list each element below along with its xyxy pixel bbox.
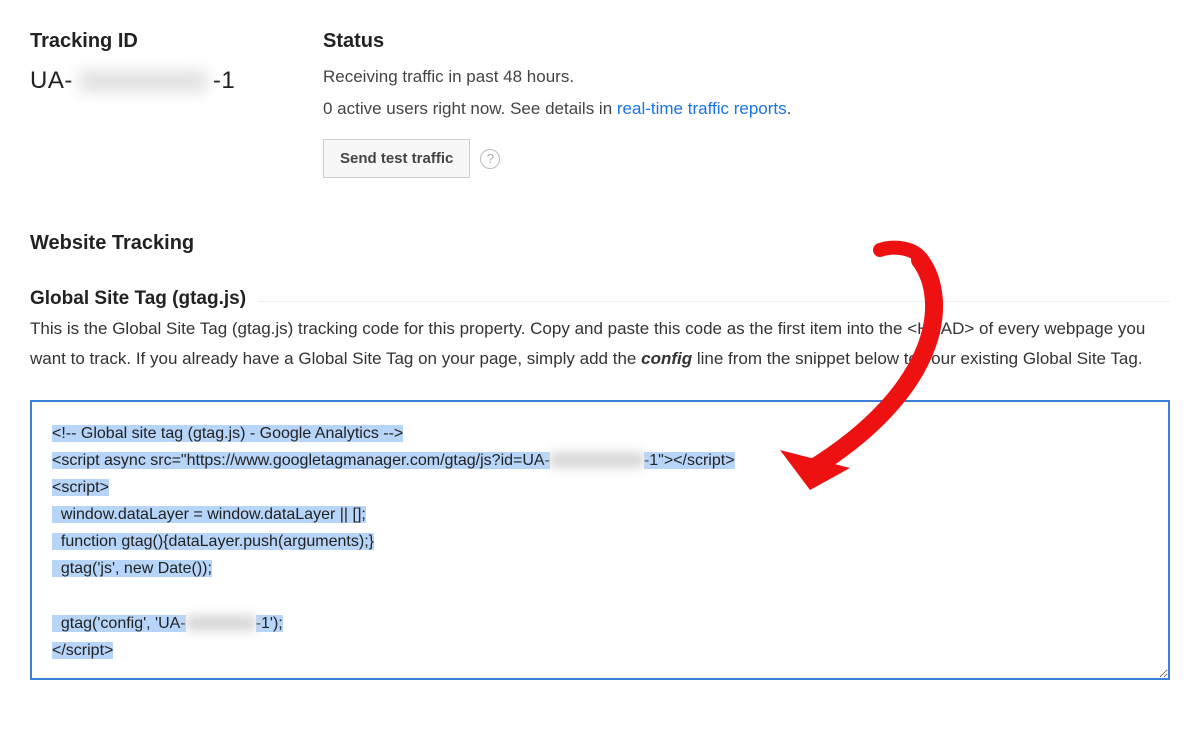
code-redacted-1 (550, 452, 644, 468)
status-column: Status Receiving traffic in past 48 hour… (323, 30, 1170, 178)
config-word: config (641, 349, 692, 368)
gtag-heading-row: Global Site Tag (gtag.js) (30, 279, 1170, 302)
gtag-heading: Global Site Tag (gtag.js) (30, 288, 258, 310)
tracking-code-textarea[interactable]: <!-- Global site tag (gtag.js) - Google … (30, 400, 1170, 681)
code-line-3: <script> (52, 479, 109, 496)
desc-part2: line from the snippet below to your exis… (692, 349, 1142, 368)
realtime-reports-link[interactable]: real-time traffic reports (617, 99, 787, 118)
status-users-prefix: 0 active users right now. See details in (323, 99, 617, 118)
code-line-2b: -1"></script> (644, 452, 735, 469)
code-line-8: </script> (52, 642, 113, 659)
tracking-id-value: UA- -1 (30, 67, 323, 95)
code-redacted-2 (186, 615, 256, 631)
tracking-id-suffix: -1 (213, 67, 235, 95)
tracking-id-prefix: UA- (30, 67, 73, 95)
code-line-7a: gtag('config', 'UA- (52, 615, 186, 632)
code-line-5: function gtag(){dataLayer.push(arguments… (52, 533, 374, 550)
code-line-6: gtag('js', new Date()); (52, 560, 212, 577)
tracking-id-heading: Tracking ID (30, 30, 323, 53)
tracking-id-column: Tracking ID UA- -1 (30, 30, 323, 178)
code-line-4: window.dataLayer = window.dataLayer || [… (52, 506, 366, 523)
top-section: Tracking ID UA- -1 Status Receiving traf… (30, 30, 1170, 178)
code-line-7b: -1'); (256, 615, 283, 632)
code-line-1: <!-- Global site tag (gtag.js) - Google … (52, 425, 403, 442)
gtag-description: This is the Global Site Tag (gtag.js) tr… (30, 314, 1170, 374)
button-row: Send test traffic ? (323, 139, 1170, 178)
code-line-2a: <script async src="https://www.googletag… (52, 452, 550, 469)
tracking-id-redacted (79, 70, 207, 92)
status-traffic-line: Receiving traffic in past 48 hours. (323, 67, 1170, 87)
send-test-traffic-button[interactable]: Send test traffic (323, 139, 470, 178)
status-users-line: 0 active users right now. See details in… (323, 99, 1170, 119)
website-tracking-heading: Website Tracking (30, 232, 1170, 255)
help-icon[interactable]: ? (480, 149, 500, 169)
status-heading: Status (323, 30, 1170, 53)
